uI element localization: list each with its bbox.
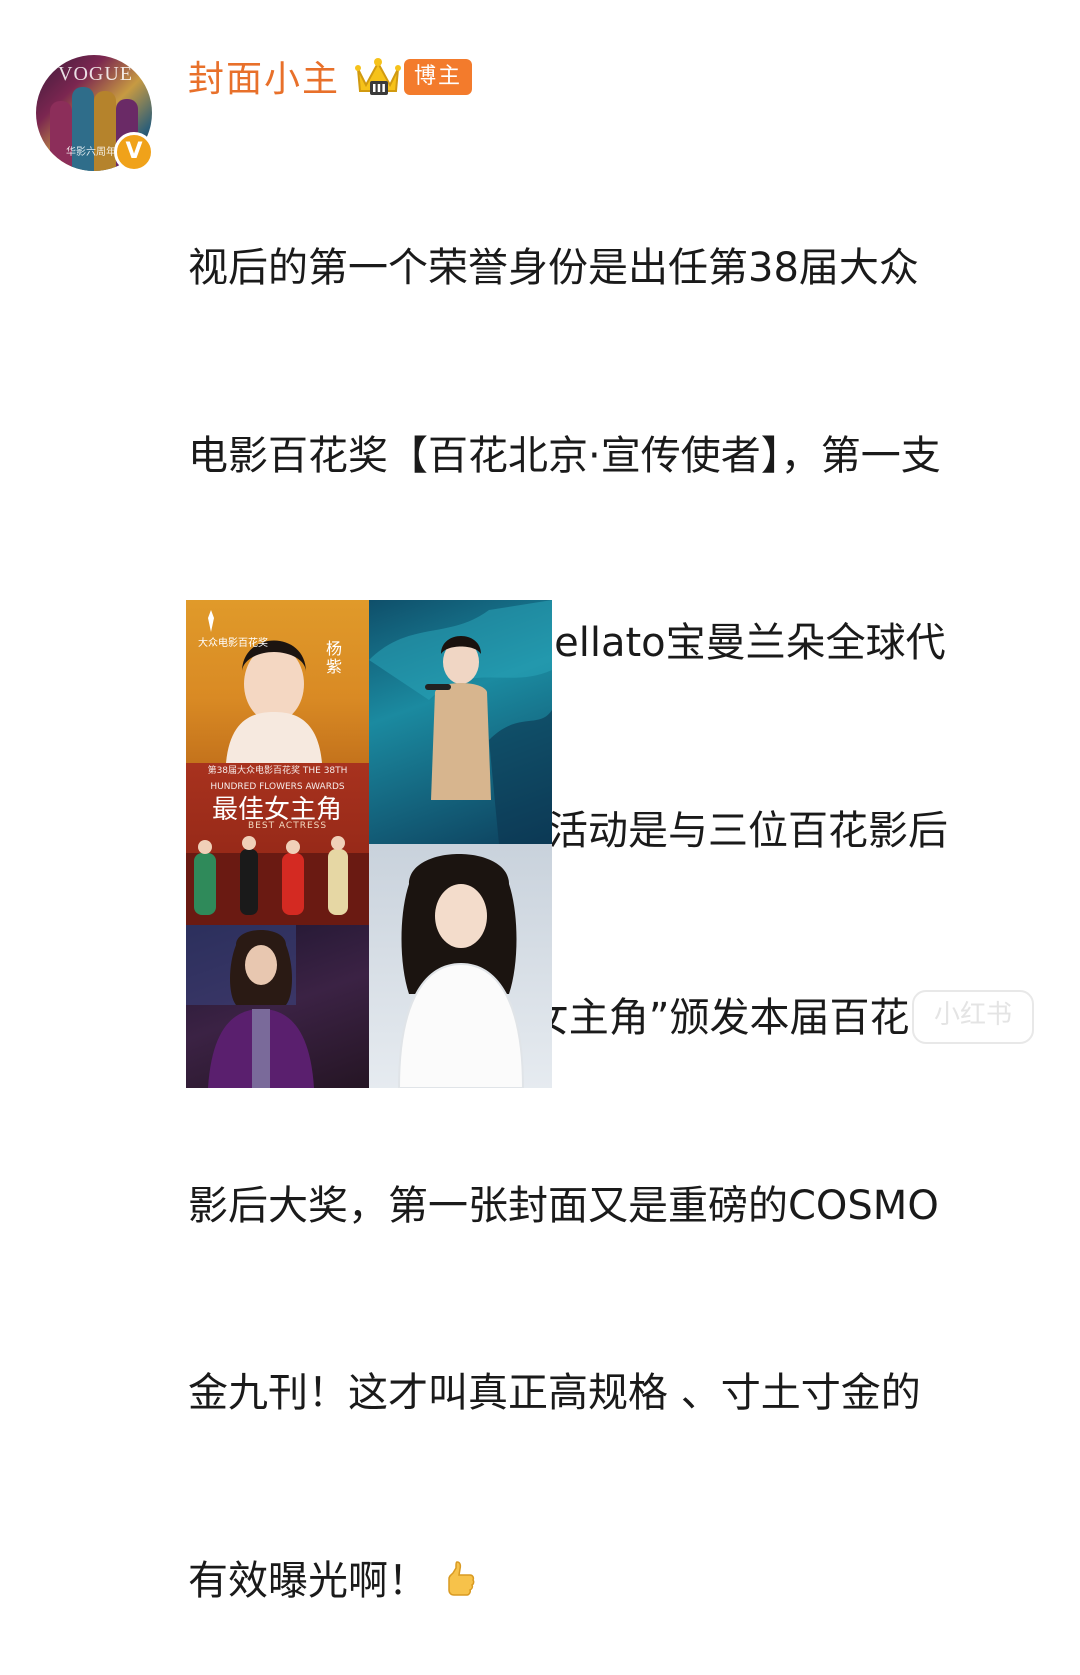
avatar-figure [50, 101, 72, 171]
avatar-magazine-title: VOGUE [58, 63, 133, 85]
portrait-illustration [397, 854, 525, 1088]
portrait-illustration [186, 925, 314, 1088]
role-badge: 博主 [404, 59, 473, 95]
post-line-last: 有效曝光啊！ [188, 1550, 1048, 1613]
thumbs-up-icon [448, 1560, 475, 1596]
post-line-text: 有效曝光啊！ [188, 1557, 428, 1604]
name-vertical-text: 杨紫 [326, 639, 343, 676]
crown-level-icon [355, 58, 401, 95]
photo-white-shirt[interactable] [369, 844, 552, 1088]
award-logo-icon [208, 610, 214, 632]
avatar-figure [94, 91, 116, 171]
username[interactable]: 封面小主 [188, 50, 340, 102]
award-logo-text: 大众电影百花奖 [198, 638, 268, 649]
photo-best-actress[interactable]: 第38届大众电影百花奖 THE 38TH HUNDRED FLOWERS AWA… [186, 763, 369, 925]
image-grid[interactable]: 大众电影百花奖 杨紫 第38届大众电影百花奖 THE 38TH HUNDRED … [186, 600, 552, 1088]
photo-purple-coat[interactable] [186, 925, 369, 1088]
post-line: 电影百花奖【百花北京·宣传使者】，第一支 [188, 432, 941, 479]
photo-stage-speech[interactable] [369, 600, 552, 844]
avatar-subtext: 华影六周年 [66, 147, 116, 158]
avatar-figure [72, 87, 94, 171]
post-line: 视后的第一个荣誉身份是出任第38届大众 [188, 245, 919, 291]
stage-figures-illustration [186, 836, 369, 925]
post-line: 影后大奖，第一张封面又是重磅的COSMO [188, 1182, 939, 1229]
watermark-logo: 小红书 [912, 990, 1034, 1044]
post-line: 金九刊！这才叫真正高规格 、寸土寸金的 [188, 1370, 921, 1416]
stage-illustration [369, 600, 552, 844]
photo-award-ambassador[interactable]: 大众电影百花奖 杨紫 [186, 600, 369, 763]
verified-badge-icon: V [114, 132, 154, 172]
